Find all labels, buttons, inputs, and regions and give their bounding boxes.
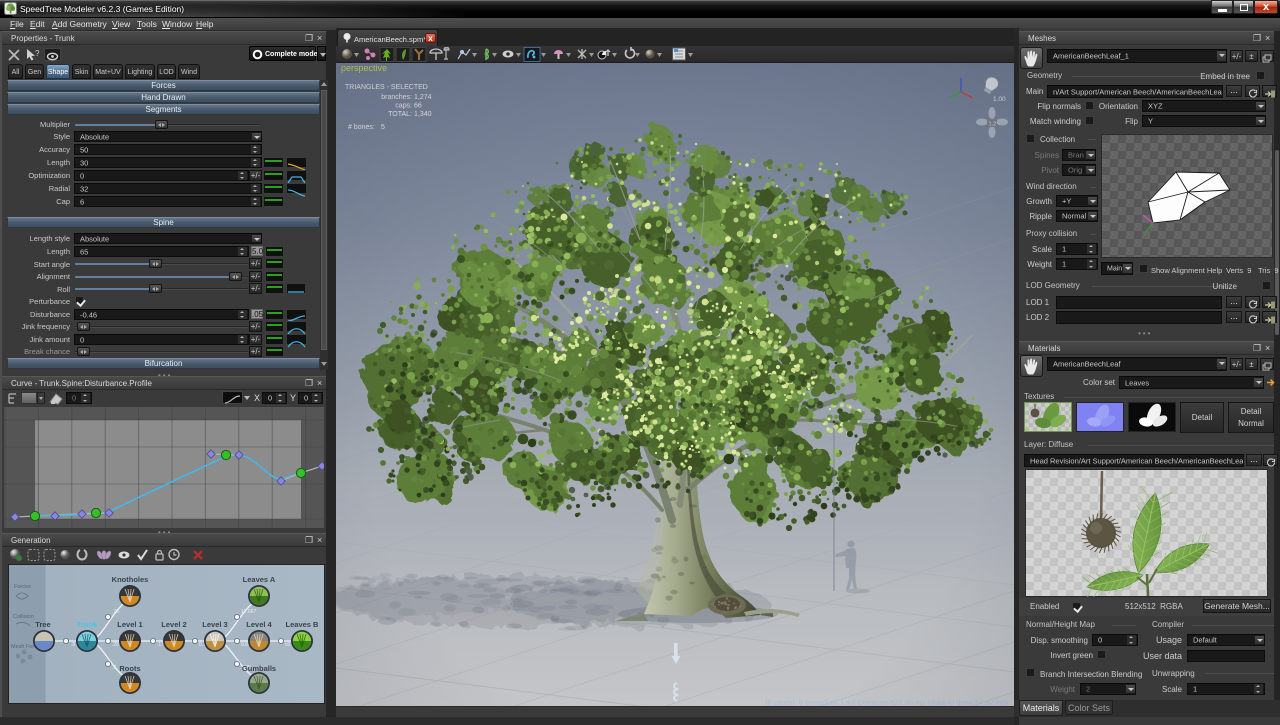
svg-text:.28: .28 [112,642,119,648]
svg-text:.2: .2 [112,665,116,671]
svg-text:Gumballs: Gumballs [242,664,276,673]
svg-text:Level 3: Level 3 [202,620,227,629]
svg-text:Trunk: Trunk [77,620,98,629]
svg-text:Level 4: Level 4 [246,620,272,629]
svg-text:.79: .79 [112,609,119,615]
svg-text:Leaves B: Leaves B [286,620,320,629]
svg-text:Roots: Roots [119,664,140,673]
svg-text:?: ? [35,49,40,58]
svg-text:Leaves A: Leaves A [243,575,276,584]
svg-text:Forces: Forces [14,584,31,590]
svg-text:Collision: Collision [13,614,34,620]
svg-text:12.667: 12.667 [241,609,257,615]
svg-text:Level 2: Level 2 [161,620,186,629]
svg-text:.8: .8 [71,642,75,648]
svg-text:Level 1: Level 1 [117,620,142,629]
svg-text:Tree: Tree [35,620,50,629]
svg-text:Knotholes: Knotholes [112,575,149,584]
